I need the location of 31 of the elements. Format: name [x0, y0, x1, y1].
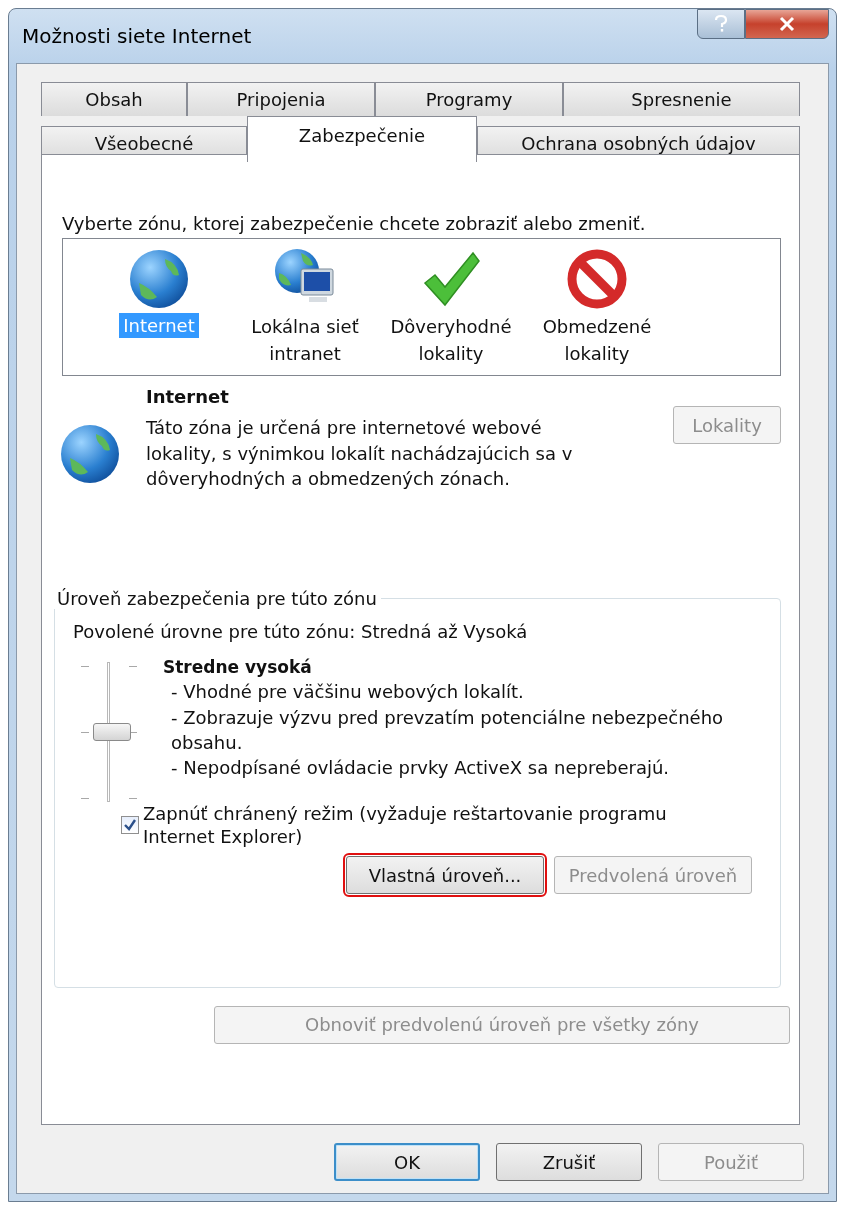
level-description: - Nepodpísané ovládacie prvky ActiveX sa nepreberajú. [170, 756, 671, 780]
level-description: - Zobrazuje výzvu pred prevzatím potenciálne nebezpečného obsahu. [170, 705, 725, 755]
level-description: - Vhodné pre väčšinu webových lokalít. [170, 680, 525, 705]
zone-description: Táto zóna je určená pre internetové webové lokality, s výnimkou lokalít nachádzajúcich sa v dôveryhodných a obmedzených zónach. [146, 416, 574, 492]
tab[interactable]: Obsah [41, 82, 187, 116]
globe-icon[interactable] [127, 247, 191, 311]
window-title: Možnosti siete Internet [21, 24, 252, 48]
dialog-button[interactable]: Zrušiť [496, 1143, 642, 1181]
zone-label[interactable]: Dôveryhodné lokality [381, 313, 521, 367]
allowed-levels-text: Povolené úrovne pre túto zónu: Stredná až Vysoká [73, 620, 529, 642]
tab[interactable]: Programy [375, 82, 563, 116]
help-icon [713, 14, 729, 34]
tab[interactable]: Zabezpečenie [247, 116, 477, 162]
group-legend: Úroveň zabezpečenia pre túto zónu [53, 587, 381, 609]
level-button[interactable]: Vlastná úroveň... [346, 856, 544, 895]
tab[interactable]: Spresnenie [563, 82, 800, 116]
zone-title: Internet [146, 386, 230, 407]
dialog-button[interactable]: OK [334, 1143, 480, 1181]
zone-prompt: Vyberte zónu, ktorej zabezpečenie chcete zobraziť alebo zmeniť. [62, 213, 647, 234]
close-button[interactable] [745, 9, 829, 39]
zone-label[interactable]: Lokálna sieť intranet [235, 313, 375, 367]
protected-mode-checkbox[interactable] [121, 815, 139, 834]
level-name: Stredne vysoká [163, 655, 313, 679]
tab[interactable]: Pripojenia [187, 82, 375, 116]
slider-thumb[interactable] [93, 722, 131, 741]
zone-label[interactable]: Obmedzené lokality [527, 313, 667, 367]
checkbox-label: Zapnúť chránený režim (vyžaduje reštartovanie programu Internet Explorer) [143, 801, 668, 849]
prohibited-icon[interactable] [565, 247, 629, 311]
help-button[interactable] [697, 9, 745, 39]
globe-icon [58, 422, 122, 486]
close-icon [778, 16, 796, 32]
